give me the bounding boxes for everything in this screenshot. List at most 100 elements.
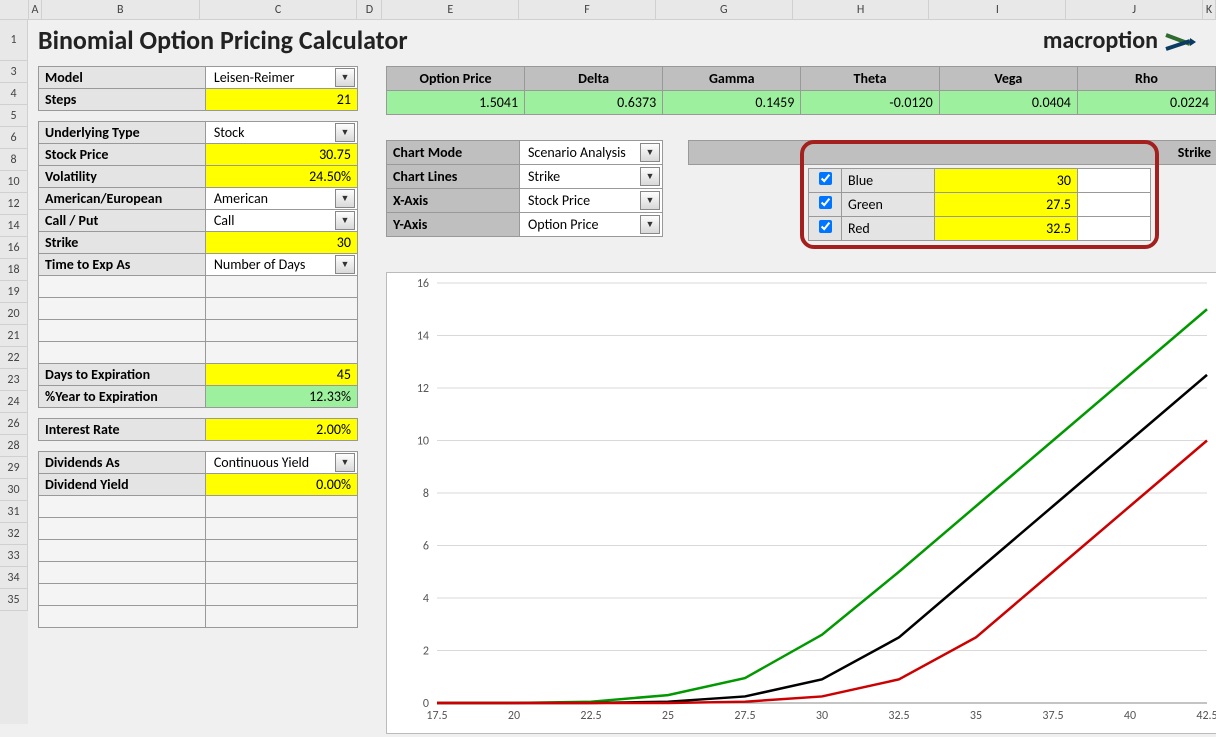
row-headers: 1345681012141618192021222324262829303132… bbox=[0, 20, 28, 724]
column-header[interactable]: C bbox=[200, 0, 358, 20]
column-header[interactable]: F bbox=[519, 0, 656, 20]
row-header[interactable]: 30 bbox=[0, 479, 28, 501]
y-axis-dropdown[interactable]: Option Price ▼ bbox=[520, 213, 663, 237]
greek-header: Vega bbox=[939, 67, 1077, 91]
chevron-down-icon[interactable]: ▼ bbox=[335, 453, 355, 472]
column-header[interactable]: I bbox=[929, 0, 1066, 20]
row-header[interactable]: 20 bbox=[0, 303, 28, 325]
chevron-down-icon[interactable]: ▼ bbox=[640, 167, 660, 186]
stock-price-input[interactable]: 30.75 bbox=[205, 144, 357, 166]
column-header[interactable]: H bbox=[793, 0, 930, 20]
rate-input[interactable]: 2.00% bbox=[205, 419, 357, 441]
svg-text:8: 8 bbox=[423, 487, 429, 501]
chevron-down-icon[interactable]: ▼ bbox=[640, 215, 660, 234]
chevron-down-icon[interactable]: ▼ bbox=[640, 143, 660, 162]
svg-text:22.5: 22.5 bbox=[580, 709, 601, 723]
blue-label: Blue bbox=[842, 169, 935, 193]
row-header[interactable]: 32 bbox=[0, 523, 28, 545]
row-header[interactable]: 4 bbox=[0, 83, 28, 105]
row-header[interactable]: 16 bbox=[0, 237, 28, 259]
row-header[interactable]: 3 bbox=[0, 61, 28, 83]
svg-text:16: 16 bbox=[417, 277, 429, 291]
row-header[interactable]: 24 bbox=[0, 391, 28, 413]
row-header[interactable]: 23 bbox=[0, 369, 28, 391]
column-header[interactable]: E bbox=[382, 0, 519, 20]
chevron-down-icon[interactable]: ▼ bbox=[335, 189, 355, 208]
chart-mode-dropdown[interactable]: Scenario Analysis ▼ bbox=[520, 141, 663, 165]
row-header[interactable]: 8 bbox=[0, 149, 28, 171]
row-header[interactable]: 10 bbox=[0, 171, 28, 193]
days-exp-input[interactable]: 45 bbox=[205, 364, 357, 386]
svg-text:10: 10 bbox=[417, 435, 429, 449]
x-axis-dropdown[interactable]: Stock Price ▼ bbox=[520, 189, 663, 213]
row-header[interactable]: 34 bbox=[0, 567, 28, 589]
column-header[interactable]: J bbox=[1066, 0, 1203, 20]
chevron-down-icon[interactable]: ▼ bbox=[335, 123, 355, 142]
div-yield-input[interactable]: 0.00% bbox=[205, 474, 357, 496]
greek-header: Gamma bbox=[663, 67, 801, 91]
chevron-down-icon[interactable]: ▼ bbox=[335, 211, 355, 230]
svg-text:27.5: 27.5 bbox=[734, 709, 755, 723]
model-label: Model bbox=[39, 67, 206, 89]
svg-text:6: 6 bbox=[423, 540, 429, 554]
column-header[interactable]: G bbox=[656, 0, 793, 20]
model-dropdown[interactable]: Leisen-Reimer ▼ bbox=[205, 67, 357, 89]
column-header[interactable]: K bbox=[1203, 0, 1216, 20]
row-header[interactable]: 21 bbox=[0, 325, 28, 347]
row-header[interactable]: 35 bbox=[0, 589, 28, 611]
svg-text:30: 30 bbox=[816, 709, 828, 723]
page-title: Binomial Option Pricing Calculator bbox=[38, 24, 408, 56]
blue-checkbox[interactable] bbox=[819, 172, 832, 185]
time-exp-as-dropdown[interactable]: Number of Days ▼ bbox=[205, 254, 357, 276]
pct-year-label: %Year to Expiration bbox=[39, 386, 206, 408]
column-header[interactable]: D bbox=[357, 0, 382, 20]
green-input[interactable]: 27.5 bbox=[935, 193, 1078, 217]
row-header[interactable]: 1 bbox=[0, 20, 28, 61]
call-put-dropdown[interactable]: Call ▼ bbox=[205, 210, 357, 232]
row-header[interactable]: 26 bbox=[0, 413, 28, 435]
row-header[interactable]: 22 bbox=[0, 347, 28, 369]
row-header[interactable]: 14 bbox=[0, 215, 28, 237]
row-header[interactable]: 31 bbox=[0, 501, 28, 523]
row-header[interactable]: 5 bbox=[0, 105, 28, 127]
svg-text:12: 12 bbox=[417, 382, 429, 396]
svg-text:37.5: 37.5 bbox=[1042, 709, 1063, 723]
greek-header: Rho bbox=[1077, 67, 1215, 91]
row-header[interactable]: 12 bbox=[0, 193, 28, 215]
row-header[interactable]: 18 bbox=[0, 259, 28, 281]
brand-arrow-icon bbox=[1164, 29, 1196, 53]
column-header[interactable]: B bbox=[42, 0, 200, 20]
color-lines-panel: Blue 30 Green 27.5 Red 32.5 bbox=[800, 140, 1159, 249]
red-label: Red bbox=[842, 217, 935, 241]
steps-input[interactable]: 21 bbox=[205, 89, 357, 111]
chevron-down-icon[interactable]: ▼ bbox=[335, 68, 355, 87]
volatility-input[interactable]: 24.50% bbox=[205, 166, 357, 188]
underlying-type-dropdown[interactable]: Stock ▼ bbox=[205, 122, 357, 144]
svg-text:14: 14 bbox=[417, 330, 429, 344]
amer-eur-dropdown[interactable]: American ▼ bbox=[205, 188, 357, 210]
chevron-down-icon[interactable]: ▼ bbox=[335, 255, 355, 274]
greek-value: 1.5041 bbox=[387, 91, 525, 115]
row-header[interactable]: 33 bbox=[0, 545, 28, 567]
greek-value: -0.0120 bbox=[801, 91, 939, 115]
strike-input[interactable]: 30 bbox=[205, 232, 357, 254]
svg-text:20: 20 bbox=[508, 709, 520, 723]
chevron-down-icon[interactable]: ▼ bbox=[640, 191, 660, 210]
greek-header: Theta bbox=[801, 67, 939, 91]
green-checkbox[interactable] bbox=[819, 196, 832, 209]
chart-mode-label: Chart Mode bbox=[387, 141, 520, 165]
row-header[interactable]: 6 bbox=[0, 127, 28, 149]
div-yield-label: Dividend Yield bbox=[39, 474, 206, 496]
chart-lines-dropdown[interactable]: Strike ▼ bbox=[520, 165, 663, 189]
column-header[interactable] bbox=[0, 0, 29, 20]
parameter-panel: Model Leisen-Reimer ▼ Steps 21 Underlyin… bbox=[38, 66, 358, 628]
red-input[interactable]: 32.5 bbox=[935, 217, 1078, 241]
volatility-label: Volatility bbox=[39, 166, 206, 188]
red-checkbox[interactable] bbox=[819, 220, 832, 233]
column-header[interactable]: A bbox=[29, 0, 42, 20]
div-as-dropdown[interactable]: Continuous Yield ▼ bbox=[205, 452, 357, 474]
row-header[interactable]: 28 bbox=[0, 435, 28, 457]
row-header[interactable]: 19 bbox=[0, 281, 28, 303]
blue-input[interactable]: 30 bbox=[935, 169, 1078, 193]
row-header[interactable]: 29 bbox=[0, 457, 28, 479]
